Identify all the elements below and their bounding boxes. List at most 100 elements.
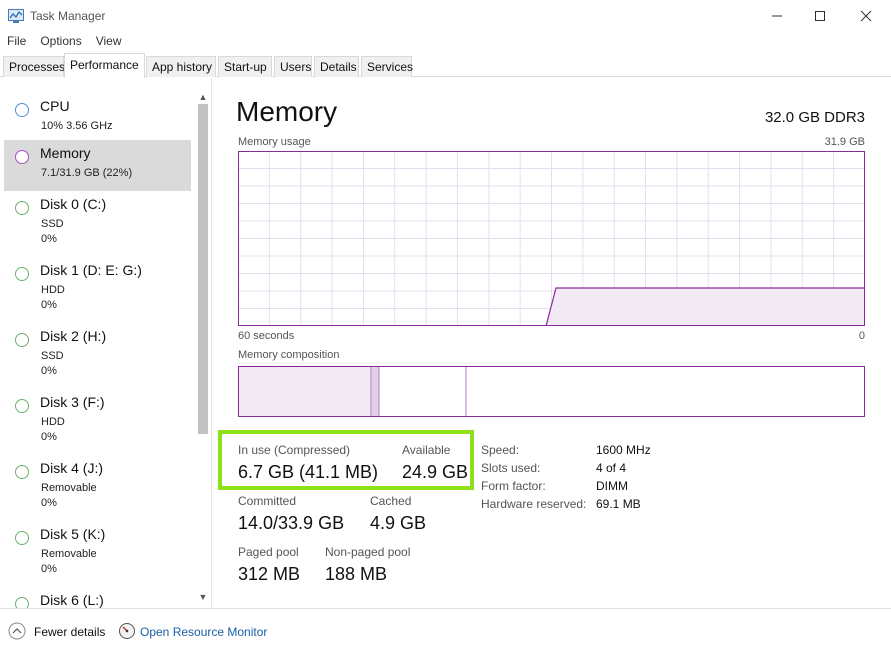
non-paged-pool-label: Non-paged pool [325, 545, 411, 559]
sidebar-item-label: Disk 2 (H:) [40, 328, 107, 344]
sidebar-item-type: Removable [41, 482, 97, 494]
tab-strip: Processes Performance App history Start-… [0, 53, 891, 78]
sidebar-item-usage: 0% [41, 431, 57, 443]
memory-usage-chart [238, 151, 865, 326]
slots-used-label: Slots used: [481, 461, 541, 475]
cached-label: Cached [370, 494, 412, 508]
open-resource-monitor-link[interactable]: Open Resource Monitor [140, 625, 267, 639]
close-icon [860, 10, 872, 22]
cpu-indicator-icon [15, 103, 29, 117]
disk-indicator-icon [15, 333, 29, 347]
sidebar-item-disk-5[interactable]: Disk 5 (K:) Removable 0% [4, 521, 191, 583]
performance-sidebar: CPU 10% 3.56 GHz Memory 7.1/31.9 GB (22%… [0, 78, 212, 608]
sidebar-item-usage: 0% [41, 497, 57, 509]
sidebar-item-label: Disk 1 (D: E: G:) [40, 262, 142, 278]
sidebar-item-label: Disk 5 (K:) [40, 526, 106, 542]
scroll-up-icon[interactable]: ▲ [196, 90, 210, 104]
minimize-icon [772, 15, 782, 17]
memory-spec: 32.0 GB DDR3 [764, 109, 865, 126]
tab-services[interactable]: Services [361, 56, 413, 77]
sidebar-item-detail: 10% 3.56 GHz [41, 120, 113, 132]
sidebar-item-disk-4[interactable]: Disk 4 (J:) Removable 0% [4, 455, 191, 517]
form-factor-value: DIMM [596, 479, 628, 493]
disk-indicator-icon [15, 597, 29, 608]
sidebar-item-type: Removable [41, 548, 97, 560]
committed-value: 14.0/33.9 GB [238, 513, 345, 533]
paged-pool-value: 312 MB [238, 564, 301, 584]
speed-value: 1600 MHz [596, 443, 651, 457]
page-title: Memory [236, 96, 338, 127]
sidebar-item-label: Disk 4 (J:) [40, 460, 103, 476]
disk-indicator-icon [15, 267, 29, 281]
memory-indicator-icon [15, 150, 29, 164]
chevron-up-icon[interactable] [8, 622, 26, 640]
footer-bar: Fewer details Open Resource Monitor [0, 608, 891, 654]
sidebar-item-disk-1[interactable]: Disk 1 (D: E: G:) HDD 0% [4, 257, 191, 319]
task-manager-icon [8, 9, 24, 23]
tab-start-up[interactable]: Start-up [218, 56, 272, 77]
window-title: Task Manager [30, 9, 106, 23]
resource-monitor-icon[interactable] [118, 622, 136, 640]
in-use-label: In use (Compressed) [238, 443, 351, 457]
memory-composition-chart [238, 366, 865, 417]
usage-chart-time-right: 0 [858, 330, 865, 342]
disk-indicator-icon [15, 465, 29, 479]
menu-file[interactable]: File [0, 32, 33, 52]
in-use-value: 6.7 GB (41.1 MB) [238, 462, 379, 482]
sidebar-item-type: HDD [41, 284, 65, 296]
usage-chart-max: 31.9 GB [824, 136, 865, 148]
composition-modified [371, 366, 379, 417]
sidebar-item-type: SSD [41, 350, 64, 362]
non-paged-pool-value: 188 MB [325, 564, 388, 584]
close-button[interactable] [843, 0, 889, 32]
committed-label: Committed [238, 494, 297, 508]
menu-view[interactable]: View [89, 32, 129, 52]
hardware-reserved-label: Hardware reserved: [481, 497, 587, 511]
sidebar-item-usage: 0% [41, 365, 57, 377]
form-factor-label: Form factor: [481, 479, 546, 493]
usage-chart-title: Memory usage [238, 136, 311, 148]
sidebar-item-usage: 0% [41, 299, 57, 311]
paged-pool-label: Paged pool [238, 545, 299, 559]
speed-label: Speed: [481, 443, 520, 457]
usage-area [546, 288, 865, 326]
maximize-icon [815, 11, 825, 21]
tab-processes[interactable]: Processes [3, 56, 65, 77]
tab-users[interactable]: Users [274, 56, 312, 77]
sidebar-item-memory[interactable]: Memory 7.1/31.9 GB (22%) [4, 140, 191, 191]
tab-details[interactable]: Details [314, 56, 359, 77]
disk-indicator-icon [15, 201, 29, 215]
sidebar-item-type: SSD [41, 218, 64, 230]
tab-performance[interactable]: Performance [64, 53, 145, 78]
maximize-button[interactable] [797, 0, 843, 32]
composition-chart-title: Memory composition [238, 349, 340, 361]
sidebar-item-label: Disk 3 (F:) [40, 394, 105, 410]
available-label: Available [402, 443, 451, 457]
scrollbar-thumb[interactable] [198, 104, 208, 434]
sidebar-item-detail: 7.1/31.9 GB (22%) [41, 167, 133, 179]
usage-chart-time-left: 60 seconds [238, 330, 295, 342]
sidebar-item-usage: 0% [41, 563, 57, 575]
sidebar-item-label: CPU [40, 98, 70, 114]
tab-app-history[interactable]: App history [146, 56, 216, 77]
sidebar-item-usage: 0% [41, 233, 57, 245]
title-bar: Task Manager [0, 0, 891, 32]
scroll-down-icon[interactable]: ▼ [196, 590, 210, 604]
fewer-details-button[interactable]: Fewer details [34, 625, 105, 639]
sidebar-item-disk-2[interactable]: Disk 2 (H:) SSD 0% [4, 323, 191, 385]
sidebar-item-type: HDD [41, 416, 65, 428]
menu-bar: File Options View [0, 32, 891, 52]
sidebar-item-cpu[interactable]: CPU 10% 3.56 GHz [4, 93, 191, 144]
menu-options[interactable]: Options [33, 32, 88, 52]
disk-indicator-icon [15, 531, 29, 545]
sidebar-item-disk-0[interactable]: Disk 0 (C:) SSD 0% [4, 191, 191, 253]
sidebar-item-disk-3[interactable]: Disk 3 (F:) HDD 0% [4, 389, 191, 451]
sidebar-item-label: Disk 6 (L:) [40, 592, 104, 608]
minimize-button[interactable] [754, 0, 800, 32]
hardware-reserved-value: 69.1 MB [596, 497, 641, 511]
available-value: 24.9 GB [402, 462, 469, 482]
sidebar-item-disk-6[interactable]: Disk 6 (L:) [4, 587, 191, 608]
slots-used-value: 4 of 4 [596, 461, 627, 475]
disk-indicator-icon [15, 399, 29, 413]
sidebar-item-label: Disk 0 (C:) [40, 196, 107, 212]
